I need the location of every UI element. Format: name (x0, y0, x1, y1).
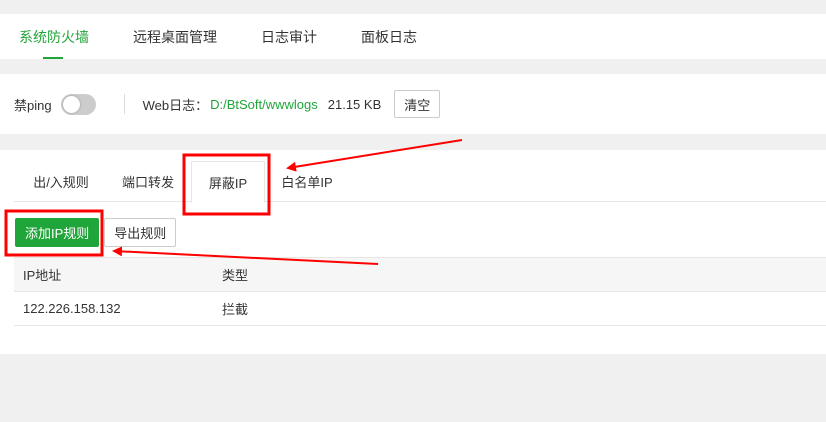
divider (123, 94, 125, 114)
blocked-ip-table: IP地址 类型 122.226.158.132 拦截 (14, 257, 826, 326)
weblog-size: 21.15 KB (327, 96, 382, 112)
action-bar: 添加IP规则 导出规则 (15, 218, 177, 247)
table-header: IP地址 类型 (14, 258, 826, 292)
tab-in-out-rules[interactable]: 出/入规则 (17, 161, 105, 202)
clear-log-button[interactable]: 清空 (394, 90, 441, 118)
nav-item-log-audit[interactable]: 日志审计 (239, 14, 339, 59)
settings-bar: 禁ping Web日志： D:/BtSoft/wwwlogs 21.15 KB … (0, 74, 826, 134)
cell-type: 拦截 (222, 302, 249, 317)
nav-item-label: 日志审计 (261, 28, 317, 45)
weblog-label: Web日志： (142, 97, 209, 113)
header-ip: IP地址 (23, 268, 62, 283)
nav-item-panel-log[interactable]: 面板日志 (339, 14, 439, 59)
cell-ip: 122.226.158.132 (23, 301, 121, 316)
nav-item-remote-desktop[interactable]: 远程桌面管理 (111, 14, 239, 59)
header-type: 类型 (222, 268, 249, 283)
export-rules-button[interactable]: 导出规则 (104, 218, 177, 247)
rule-tabs: 出/入规则 端口转发 屏蔽IP 白名单IP (14, 161, 826, 203)
tab-whitelist-ip[interactable]: 白名单IP (269, 161, 345, 202)
top-nav: 系统防火墙 远程桌面管理 日志审计 面板日志 (0, 14, 826, 59)
rules-panel: 出/入规则 端口转发 屏蔽IP 白名单IP 添加IP规则 导出规则 IP地址 类… (0, 150, 826, 354)
nav-item-label: 远程桌面管理 (133, 28, 217, 45)
nav-item-firewall[interactable]: 系统防火墙 (0, 14, 111, 59)
weblog-path-link[interactable]: D:/BtSoft/wwwlogs (210, 97, 318, 112)
tab-label: 屏蔽IP (208, 175, 248, 191)
nav-item-label: 面板日志 (361, 28, 417, 45)
add-ip-rule-button[interactable]: 添加IP规则 (15, 218, 100, 247)
tab-label: 出/入规则 (33, 175, 89, 190)
ping-label: 禁ping (14, 97, 52, 113)
nav-item-label: 系统防火墙 (19, 28, 89, 45)
tab-label: 白名单IP (281, 175, 333, 190)
tab-block-ip[interactable]: 屏蔽IP (191, 161, 265, 203)
tab-label: 端口转发 (121, 175, 174, 190)
ping-toggle[interactable] (60, 93, 96, 115)
tab-port-forward[interactable]: 端口转发 (105, 161, 191, 202)
table-row[interactable]: 122.226.158.132 拦截 (14, 292, 826, 326)
toggle-knob (62, 95, 80, 113)
